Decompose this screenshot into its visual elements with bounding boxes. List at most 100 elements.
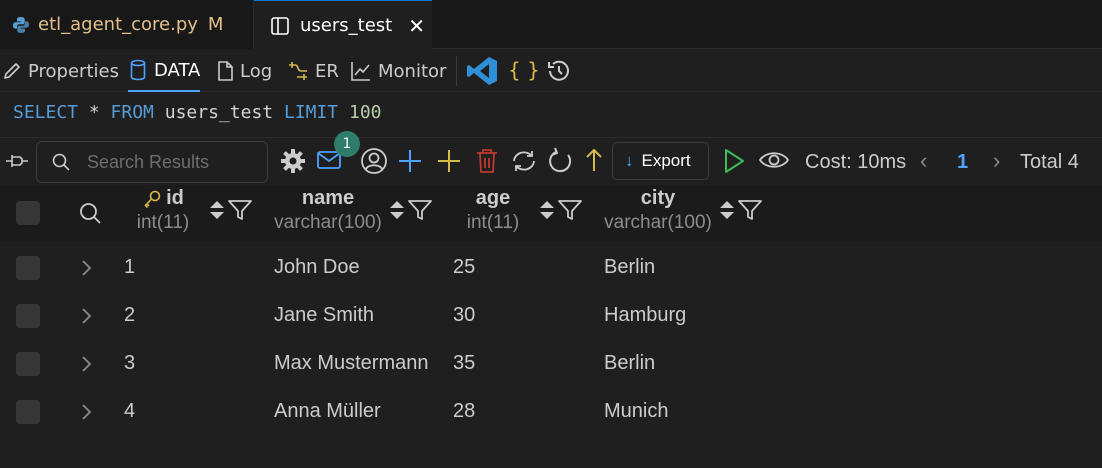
- export-button[interactable]: ↓ Export: [612, 142, 709, 180]
- cell-name[interactable]: Anna Müller: [274, 400, 381, 423]
- divider: [456, 56, 457, 86]
- add-row-icon[interactable]: [397, 148, 423, 174]
- tab-etl-agent-core[interactable]: etl_agent_core.py M: [0, 0, 254, 49]
- sql-keyword: LIMIT: [283, 102, 339, 123]
- results-toolbar: 1 ↓ Export Cost: 10ms ‹ 1 › Total 4: [0, 131, 1102, 185]
- column-header-id[interactable]: id int(11): [128, 187, 198, 234]
- chevron-right-icon[interactable]: [80, 402, 92, 422]
- query-cost: Cost: 10ms: [805, 151, 907, 173]
- filter-icon[interactable]: [227, 198, 253, 222]
- row-checkbox[interactable]: [16, 352, 40, 376]
- tab-data[interactable]: DATA: [128, 50, 201, 92]
- tab-label: Monitor: [378, 60, 447, 82]
- table-row[interactable]: 2 Jane Smith 30 Hamburg: [0, 292, 1102, 340]
- trash-icon[interactable]: [475, 147, 499, 175]
- sort-icon[interactable]: [387, 197, 407, 223]
- file-icon: [216, 60, 240, 82]
- vscode-icon[interactable]: [466, 56, 498, 86]
- sql-keyword: FROM: [110, 102, 154, 123]
- next-page-button[interactable]: ›: [993, 148, 1000, 174]
- search-input[interactable]: [87, 151, 257, 173]
- cell-id[interactable]: 4: [124, 400, 135, 423]
- column-type: varchar(100): [274, 212, 382, 233]
- column-header-city[interactable]: city varchar(100): [598, 187, 718, 234]
- prev-page-button[interactable]: ‹: [920, 148, 927, 174]
- sql-number: 100: [348, 102, 382, 123]
- column-type: varchar(100): [604, 212, 712, 233]
- gear-icon[interactable]: [280, 148, 306, 174]
- sql-text: users_test: [153, 102, 284, 123]
- column-header-name[interactable]: name varchar(100): [268, 187, 388, 234]
- history-icon[interactable]: [546, 58, 572, 84]
- sql-keyword: SELECT: [13, 102, 79, 123]
- key-icon: [142, 189, 162, 209]
- column-name: age: [475, 187, 511, 209]
- cell-id[interactable]: 2: [124, 304, 135, 327]
- tab-label: etl_agent_core.py: [38, 14, 198, 35]
- page-number[interactable]: 1: [957, 151, 968, 174]
- row-checkbox[interactable]: [16, 400, 40, 424]
- notification-badge: 1: [334, 131, 360, 157]
- sql-query[interactable]: SELECT * FROM users_test LIMIT 100: [0, 92, 1102, 138]
- table-row[interactable]: 4 Anna Müller 28 Munich: [0, 388, 1102, 436]
- braces-icon[interactable]: { }: [508, 58, 540, 82]
- cell-name[interactable]: John Doe: [274, 256, 360, 279]
- cell-id[interactable]: 3: [124, 352, 135, 375]
- pin-icon[interactable]: [4, 151, 30, 171]
- sort-icon[interactable]: [207, 197, 227, 223]
- cell-id[interactable]: 1: [124, 256, 135, 279]
- cell-city[interactable]: Berlin: [604, 352, 655, 375]
- tab-log[interactable]: Log: [216, 50, 272, 92]
- filter-icon[interactable]: [407, 198, 433, 222]
- cell-name[interactable]: Max Mustermann: [274, 352, 429, 375]
- chevron-right-icon[interactable]: [80, 258, 92, 278]
- cell-age[interactable]: 35: [453, 352, 475, 375]
- tab-users-test[interactable]: users_test ✕: [254, 0, 432, 50]
- cell-age[interactable]: 25: [453, 256, 475, 279]
- sort-icon[interactable]: [717, 197, 737, 223]
- arrow-up-icon[interactable]: [584, 147, 604, 173]
- panel-toolbar: Properties DATA Log ER Monitor { }: [0, 50, 1102, 92]
- column-header-age[interactable]: age int(11): [458, 187, 528, 234]
- split-editor-icon: [270, 16, 290, 36]
- editor-tab-bar: etl_agent_core.py M users_test ✕: [0, 0, 1102, 50]
- run-icon[interactable]: [722, 147, 746, 175]
- pencil-icon: [2, 61, 28, 81]
- cell-age[interactable]: 28: [453, 400, 475, 423]
- sync-icon[interactable]: [510, 148, 538, 174]
- select-all-checkbox[interactable]: [16, 201, 40, 225]
- filter-icon[interactable]: [737, 198, 763, 222]
- search-icon[interactable]: [78, 201, 102, 225]
- row-checkbox[interactable]: [16, 256, 40, 280]
- cell-name[interactable]: Jane Smith: [274, 304, 374, 327]
- refresh-icon[interactable]: [548, 147, 574, 175]
- chevron-right-icon[interactable]: [80, 306, 92, 326]
- search-box[interactable]: [36, 141, 268, 183]
- tab-properties[interactable]: Properties: [2, 50, 119, 92]
- arrow-down-icon: ↓: [625, 151, 634, 170]
- cell-city[interactable]: Hamburg: [604, 304, 686, 327]
- row-checkbox[interactable]: [16, 304, 40, 328]
- eye-icon[interactable]: [758, 150, 790, 170]
- sort-icon[interactable]: [537, 197, 557, 223]
- column-name: city: [640, 187, 676, 209]
- tab-er[interactable]: ER: [287, 50, 339, 92]
- chart-line-icon: [350, 60, 378, 82]
- table-row[interactable]: 1 John Doe 25 Berlin: [0, 244, 1102, 292]
- filter-icon[interactable]: [557, 198, 583, 222]
- cell-city[interactable]: Munich: [604, 400, 668, 423]
- sort-filter-city: [717, 197, 763, 223]
- tab-monitor[interactable]: Monitor: [350, 50, 446, 92]
- close-icon[interactable]: ✕: [408, 14, 425, 38]
- cell-city[interactable]: Berlin: [604, 256, 655, 279]
- chevron-right-icon[interactable]: [80, 354, 92, 374]
- export-label: Export: [641, 151, 691, 170]
- er-diagram-icon: [287, 60, 315, 82]
- modified-badge: M: [207, 14, 224, 35]
- cell-age[interactable]: 30: [453, 304, 475, 327]
- table-row[interactable]: 3 Max Mustermann 35 Berlin: [0, 340, 1102, 388]
- user-icon[interactable]: [360, 147, 388, 175]
- tab-label: Log: [240, 60, 273, 82]
- insert-icon[interactable]: [436, 148, 462, 174]
